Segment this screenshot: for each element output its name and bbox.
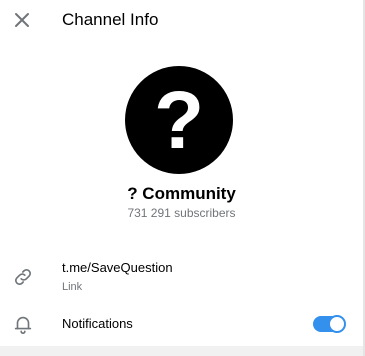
header: Channel Info [0,0,363,40]
avatar-glyph: ? [153,75,205,166]
notifications-label: Notifications [62,316,133,331]
subscriber-count: 731 291 subscribers [127,206,236,220]
notifications-toggle[interactable] [313,315,346,333]
channel-info-panel: Channel Info ? ? Community 731 291 subsc… [0,0,363,356]
close-icon [15,13,29,27]
page-title: Channel Info [62,10,159,29]
toggle-knob [328,315,346,333]
channel-name: ? Community [127,184,236,203]
link-label: Link [62,281,83,293]
bell-icon [12,313,34,335]
notifications-row[interactable]: Notifications [0,308,363,340]
channel-avatar: ? [125,66,233,174]
link-icon [12,266,34,288]
close-button[interactable] [10,8,34,32]
link-value: t.me/SaveQuestion [62,260,173,275]
link-row[interactable]: t.me/SaveQuestion Link [0,256,363,300]
bottom-divider [0,346,363,356]
